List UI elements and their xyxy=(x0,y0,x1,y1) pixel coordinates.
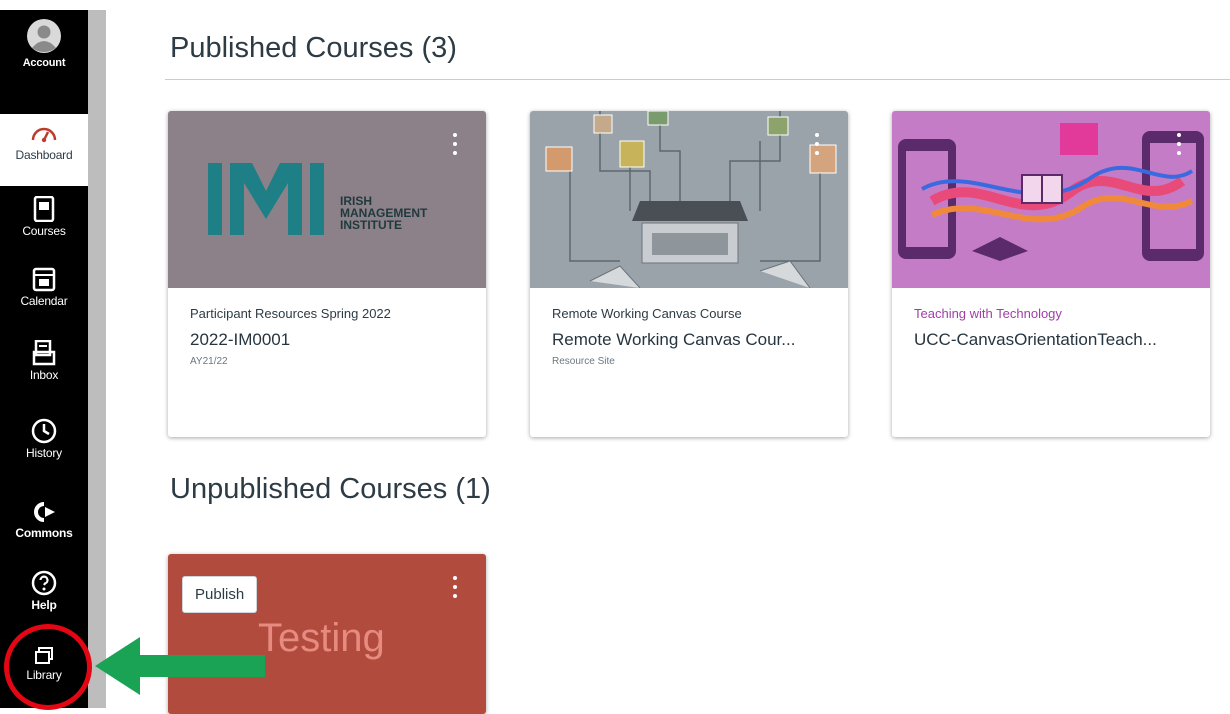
nav-label-dashboard: Dashboard xyxy=(15,148,73,162)
course-card-irish-management[interactable]: IRISH MANAGEMENT INSTITUTE Participant R… xyxy=(168,111,486,437)
nav-label-account: Account xyxy=(22,57,66,69)
course-term: Teaching with Technology xyxy=(914,306,1062,321)
nav-item-calendar[interactable]: Calendar xyxy=(0,266,88,326)
nav-label-commons: Commons xyxy=(15,526,73,540)
dashboard-icon xyxy=(31,127,57,143)
courses-icon xyxy=(33,196,55,222)
global-nav: Account Dashboard Courses Calendar Inbox… xyxy=(0,10,88,708)
card-options-kebab-icon[interactable] xyxy=(1176,133,1182,163)
course-subtitle: AY21/22 xyxy=(190,356,228,367)
help-icon xyxy=(31,570,57,596)
teaching-tech-illustration xyxy=(898,123,1204,261)
remote-working-illustration xyxy=(545,111,837,288)
imi-logo xyxy=(208,163,324,235)
nav-item-courses[interactable]: Courses xyxy=(0,196,88,256)
nav-item-help[interactable]: Help xyxy=(0,570,88,630)
inbox-icon xyxy=(32,340,56,366)
nav-item-account[interactable]: Account xyxy=(0,18,88,102)
course-subtitle: Resource Site xyxy=(552,356,615,367)
nav-label-inbox: Inbox xyxy=(29,368,59,382)
nav-item-dashboard[interactable]: Dashboard xyxy=(0,114,88,186)
course-code-link[interactable]: Remote Working Canvas Cour... xyxy=(552,330,795,350)
nav-item-commons[interactable]: Commons xyxy=(0,500,88,558)
nav-label-calendar: Calendar xyxy=(20,294,68,308)
course-card-hero[interactable] xyxy=(530,111,848,288)
unpublished-courses-heading: Unpublished Courses (1) xyxy=(170,473,491,505)
section-divider xyxy=(165,79,1230,80)
course-code-link[interactable]: UCC-CanvasOrientationTeach... xyxy=(914,330,1157,350)
commons-icon xyxy=(34,502,55,522)
card-options-kebab-icon[interactable] xyxy=(814,133,820,163)
user-avatar-icon xyxy=(27,19,61,53)
course-code-link[interactable]: 2022-IM0001 xyxy=(190,330,290,350)
nav-label-help: Help xyxy=(31,598,57,612)
course-card-remote-working[interactable]: Remote Working Canvas Course Remote Work… xyxy=(530,111,848,437)
clock-icon xyxy=(31,418,57,444)
nav-label-courses: Courses xyxy=(22,224,66,238)
annotation-arrow-icon xyxy=(95,637,265,695)
publish-button[interactable]: Publish xyxy=(182,576,258,613)
calendar-icon xyxy=(32,267,56,292)
logo-line: INSTITUTE xyxy=(340,218,402,232)
nav-item-inbox[interactable]: Inbox xyxy=(0,340,88,400)
course-term: Remote Working Canvas Course xyxy=(552,306,742,321)
course-card-hero[interactable] xyxy=(892,111,1210,288)
nav-label-history: History xyxy=(26,446,62,460)
nav-scroll-gutter xyxy=(88,10,106,708)
course-card-hero[interactable]: IRISH MANAGEMENT INSTITUTE xyxy=(168,111,486,288)
card-options-kebab-icon[interactable] xyxy=(452,576,458,606)
published-courses-heading: Published Courses (3) xyxy=(170,32,457,64)
nav-item-history[interactable]: History xyxy=(0,418,88,478)
course-hero-title: Testing xyxy=(258,616,385,660)
course-term: Participant Resources Spring 2022 xyxy=(190,306,391,321)
annotation-highlight-circle xyxy=(4,624,92,710)
card-options-kebab-icon[interactable] xyxy=(452,133,458,163)
course-card-teaching-technology[interactable]: Teaching with Technology UCC-CanvasOrien… xyxy=(892,111,1210,437)
imi-logo-text: IRISH MANAGEMENT INSTITUTE xyxy=(340,195,427,231)
